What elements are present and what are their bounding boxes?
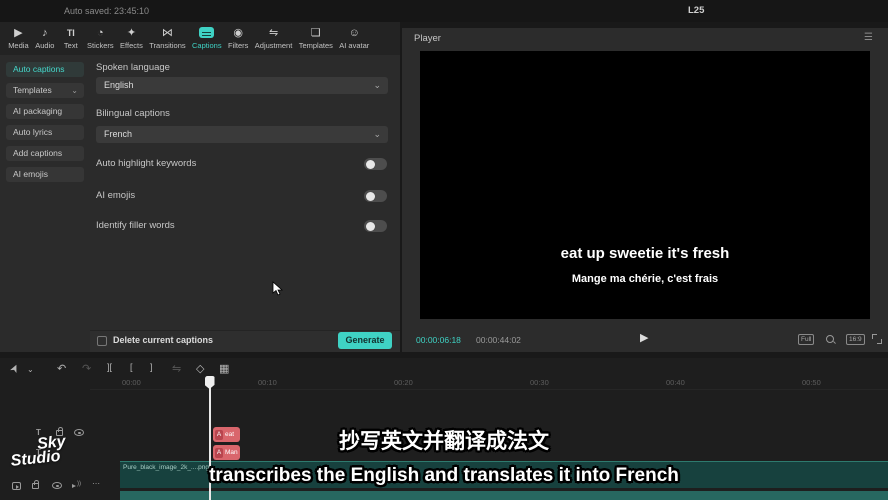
current-timecode: 00:00:06:18 xyxy=(416,335,461,345)
audio-icon: ♪ xyxy=(42,27,48,40)
overwrite-icon[interactable]: ▦ xyxy=(219,362,229,375)
ai-avatar-icon: ☺ xyxy=(349,27,360,40)
delete-captions-label: Delete current captions xyxy=(113,335,213,345)
player-title: Player xyxy=(414,33,441,44)
video-preview[interactable]: eat up sweetie it's fresh Mange ma chéri… xyxy=(420,51,870,319)
project-title: L25 xyxy=(688,5,704,16)
ruler-tick: 00:00 xyxy=(122,378,141,387)
ruler-tick: 00:30 xyxy=(530,378,549,387)
templates-icon: ❏ xyxy=(311,27,321,40)
audio-clip[interactable] xyxy=(120,491,888,500)
mask-icon[interactable]: ◇ xyxy=(196,362,204,375)
tab-stickers[interactable]: ◔ Stickers xyxy=(84,27,117,50)
video-caption-french: Mange ma chérie, c'est frais xyxy=(420,273,870,285)
sidebar-item-ai-emojis[interactable]: AI emojis xyxy=(6,167,84,182)
split-icon[interactable]: ][ xyxy=(107,362,112,372)
delete-right-icon[interactable]: ] xyxy=(150,362,153,372)
transitions-icon: ⋈ xyxy=(162,27,173,40)
ruler-tick: 00:40 xyxy=(666,378,685,387)
captions-module: ▶ Media ♪ Audio TI Text ◔ Stickers ✦ Eff… xyxy=(0,22,400,352)
title-bar: Auto saved: 23:45:10 L25 xyxy=(0,0,888,22)
filler-words-label: Identify filler words xyxy=(96,220,175,231)
stickers-icon: ◔ xyxy=(97,27,104,40)
chevron-down-icon: ⌄ xyxy=(373,77,381,94)
ai-emojis-label: AI emojis xyxy=(96,190,135,201)
tab-ai-avatar[interactable]: ☺ AI avatar xyxy=(336,27,372,50)
select-tool-icon[interactable]: ➤ xyxy=(7,362,23,376)
spoken-language-select[interactable]: English ⌄ xyxy=(96,77,388,94)
effects-icon: ✦ xyxy=(127,27,136,40)
tab-effects[interactable]: ✦ Effects xyxy=(117,27,146,50)
tab-captions[interactable]: Captions xyxy=(189,27,225,50)
sidebar-item-auto-lyrics[interactable]: Auto lyrics xyxy=(6,125,84,140)
player-panel: Player ☰ eat up sweetie it's fresh Mange… xyxy=(402,28,888,352)
fullscreen-icon[interactable] xyxy=(872,334,882,344)
zoom-fit-icon[interactable] xyxy=(825,334,836,345)
bilingual-captions-select[interactable]: French ⌄ xyxy=(96,126,388,143)
delete-left-icon[interactable]: [ xyxy=(130,362,133,372)
tab-audio[interactable]: ♪ Audio xyxy=(32,27,58,50)
mouse-cursor xyxy=(272,281,284,297)
total-duration: 00:00:44:02 xyxy=(476,335,521,345)
captions-icon xyxy=(199,27,214,38)
filler-words-toggle[interactable] xyxy=(364,220,387,232)
tab-filters[interactable]: ◉ Filters xyxy=(225,27,252,50)
sidebar-item-auto-captions[interactable]: Auto captions xyxy=(6,62,84,77)
player-menu-icon[interactable]: ☰ xyxy=(864,32,873,43)
tab-templates[interactable]: ❏ Templates xyxy=(296,27,337,50)
ruler-tick: 00:20 xyxy=(394,378,413,387)
play-button[interactable]: ▶ xyxy=(640,331,648,344)
video-frame xyxy=(420,51,870,271)
aspect-ratio-button[interactable]: 16:9 xyxy=(846,334,865,345)
overlay-subtitle-english: transcribes the English and translates i… xyxy=(0,465,888,487)
autosave-status: Auto saved: 23:45:10 xyxy=(64,6,149,16)
media-toolbar: ▶ Media ♪ Audio TI Text ◔ Stickers ✦ Eff… xyxy=(0,22,400,55)
overlay-subtitle-chinese: 抄写英文并翻译成法文 xyxy=(0,425,888,455)
filters-icon: ◉ xyxy=(233,27,243,40)
undo-icon[interactable]: ↶ xyxy=(57,362,66,375)
mirror-icon[interactable]: ⇋ xyxy=(172,362,181,375)
generate-button[interactable]: Generate xyxy=(338,332,392,349)
capcut-window: Auto saved: 23:45:10 L25 ▶ Media ♪ Audio… xyxy=(0,0,888,500)
tab-media[interactable]: ▶ Media xyxy=(5,27,32,50)
adjustment-icon: ⇋ xyxy=(269,27,278,40)
auto-highlight-label: Auto highlight keywords xyxy=(96,158,196,169)
chevron-down-icon: ⌄ xyxy=(373,126,381,143)
sidebar-item-add-captions[interactable]: Add captions xyxy=(6,146,84,161)
delete-captions-checkbox[interactable] xyxy=(97,336,107,346)
chevron-down-icon: ⌄ xyxy=(71,83,78,98)
ruler-tick: 00:50 xyxy=(802,378,821,387)
video-caption-english: eat up sweetie it's fresh xyxy=(420,245,870,262)
tab-transitions[interactable]: ⋈ Transitions xyxy=(146,27,189,50)
sidebar-item-ai-packaging[interactable]: AI packaging xyxy=(6,104,84,119)
auto-highlight-toggle[interactable] xyxy=(364,158,387,170)
quality-button[interactable]: Full xyxy=(798,334,814,345)
sidebar-item-templates[interactable]: Templates⌄ xyxy=(6,83,84,98)
bilingual-captions-label: Bilingual captions xyxy=(96,108,170,119)
tab-adjustment[interactable]: ⇋ Adjustment xyxy=(252,27,296,50)
spoken-language-label: Spoken language xyxy=(96,62,170,73)
text-icon: TI xyxy=(67,27,75,40)
ai-emojis-toggle[interactable] xyxy=(364,190,387,202)
tab-text[interactable]: TI Text xyxy=(58,27,84,50)
media-icon: ▶ xyxy=(14,27,22,40)
ruler-tick: 00:10 xyxy=(258,378,277,387)
redo-icon[interactable]: ↷ xyxy=(82,362,91,375)
select-tool-chevron-icon[interactable]: ⌄ xyxy=(27,365,34,374)
